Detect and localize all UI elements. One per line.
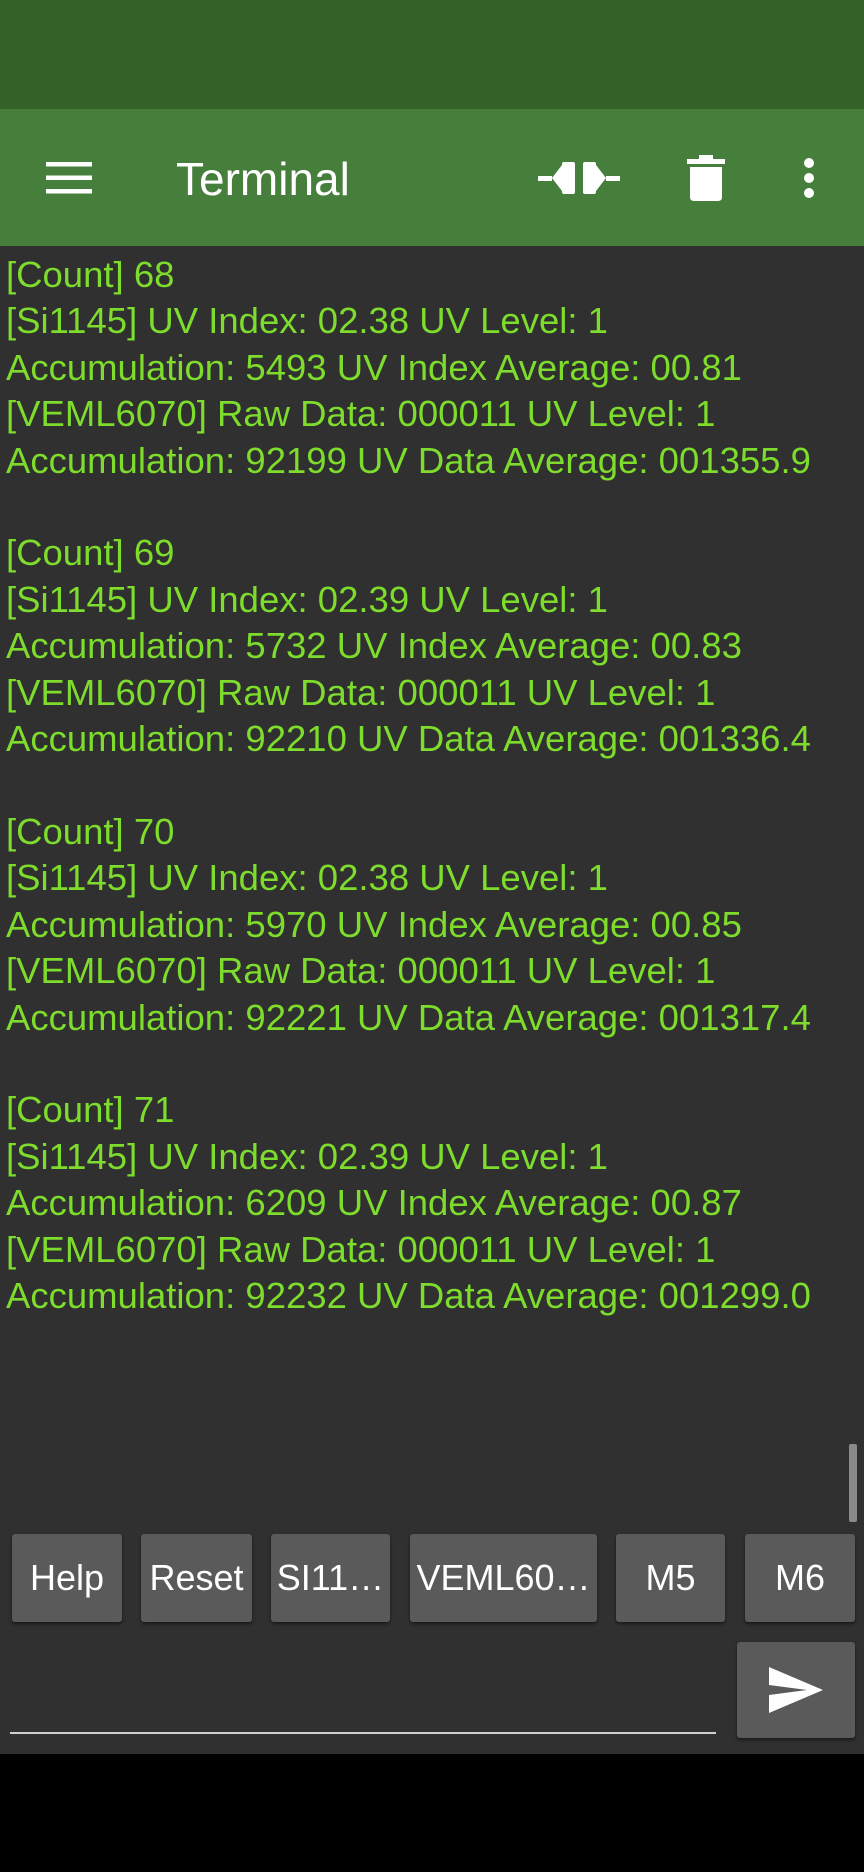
status-bar	[0, 0, 864, 109]
scrollbar-thumb[interactable]	[849, 1444, 857, 1522]
send-text-input[interactable]	[10, 1640, 716, 1734]
macro-button-reset[interactable]: Reset	[141, 1534, 252, 1622]
connect-button[interactable]	[536, 145, 622, 211]
macro-button-veml6070[interactable]: VEML60…	[410, 1534, 597, 1622]
more-vert-icon	[804, 158, 814, 198]
macro-button-m6[interactable]: M6	[745, 1534, 855, 1622]
send-button[interactable]	[737, 1642, 855, 1738]
send-icon	[769, 1667, 823, 1713]
menu-button[interactable]	[36, 145, 102, 211]
app-toolbar: Terminal	[0, 109, 864, 246]
macro-button-m5[interactable]: M5	[616, 1534, 725, 1622]
more-options-button[interactable]	[778, 145, 840, 211]
page-title: Terminal	[176, 153, 350, 205]
plug-connector-icon	[538, 162, 620, 194]
terminal-output[interactable]: [Count] 68 [Si1145] UV Index: 02.38 UV L…	[0, 246, 864, 1754]
macro-button-si1145[interactable]: SI11…	[271, 1534, 390, 1622]
terminal-log: [Count] 68 [Si1145] UV Index: 02.38 UV L…	[6, 254, 811, 1316]
hamburger-menu-icon	[46, 162, 92, 194]
navigation-bar	[0, 1754, 864, 1872]
clear-button[interactable]	[672, 145, 740, 211]
trash-icon	[687, 155, 725, 201]
macro-button-help[interactable]: Help	[12, 1534, 122, 1622]
